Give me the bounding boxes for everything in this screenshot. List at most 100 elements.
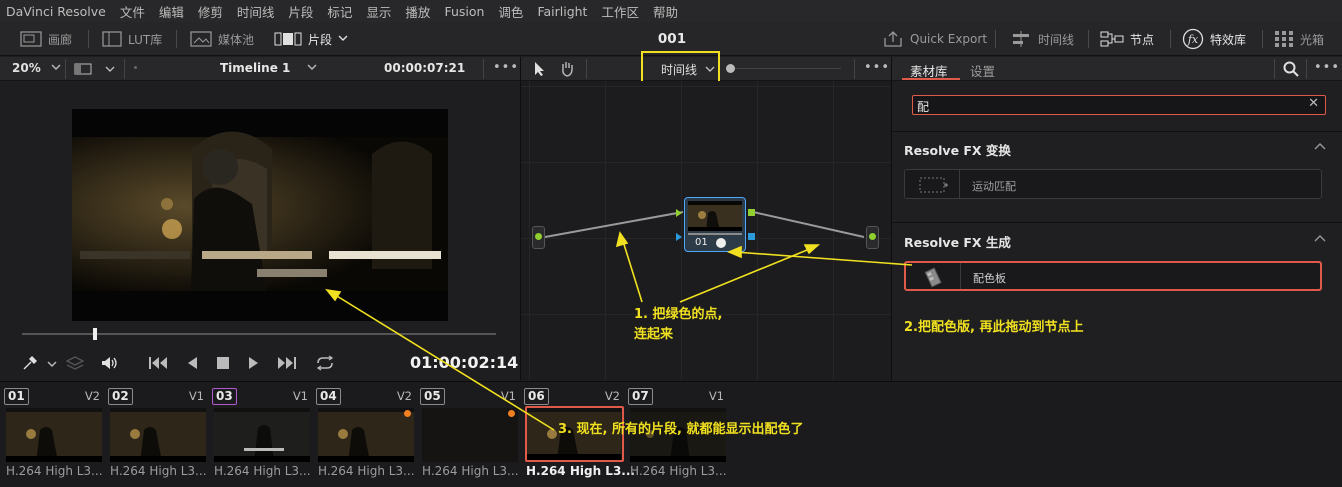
fx-color-palette[interactable]: 配色板: [904, 261, 1322, 291]
volume-icon[interactable]: [100, 355, 118, 371]
divider: [959, 170, 960, 198]
clip-number: 02: [108, 388, 133, 405]
clip-thumbnail[interactable]: 02 V1 H.264 High L3...: [108, 386, 208, 486]
skip-back-icon[interactable]: [148, 356, 168, 370]
media-pool-label: 媒体池: [218, 32, 255, 47]
scrubber-handle[interactable]: [93, 328, 98, 340]
hand-icon[interactable]: [559, 60, 575, 77]
chevron-up-icon[interactable]: [1314, 142, 1326, 150]
clip-thumbnail[interactable]: 04 V2 H.264 High L3...: [316, 386, 416, 486]
search-field[interactable]: 配 ✕: [912, 95, 1326, 115]
zoom-slider-track[interactable]: [731, 68, 841, 69]
menu-edit[interactable]: 编辑: [159, 2, 184, 21]
connection-line-in: [544, 211, 684, 238]
output-node[interactable]: [866, 226, 879, 249]
play-reverse-icon[interactable]: [186, 356, 198, 370]
source-input-node[interactable]: [532, 226, 545, 249]
menu-fairlight[interactable]: Fairlight: [537, 4, 587, 19]
connection-line-out: [752, 211, 865, 238]
node-mode-dropdown[interactable]: 时间线: [661, 61, 715, 78]
eyedropper-icon[interactable]: [22, 355, 38, 371]
more-options-icon[interactable]: •••: [1314, 60, 1340, 75]
toolbar-divider: [995, 30, 996, 48]
nodes-button[interactable]: 节点: [1100, 22, 1154, 56]
menu-help[interactable]: 帮助: [653, 2, 678, 21]
chevron-down-icon[interactable]: [47, 361, 57, 369]
menu-app[interactable]: DaVinci Resolve: [6, 4, 106, 19]
tab-settings[interactable]: 设置: [970, 61, 995, 80]
loop-icon[interactable]: [314, 355, 336, 371]
node-output-key[interactable]: [748, 233, 755, 240]
clips-button[interactable]: 片段: [274, 22, 348, 56]
menu-workspace[interactable]: 工作区: [601, 2, 639, 21]
node-input-rgb[interactable]: [676, 209, 682, 217]
clip-number: 07: [628, 388, 653, 405]
play-icon[interactable]: [248, 356, 260, 370]
gallery-button[interactable]: 画廊: [20, 22, 72, 56]
clip-number: 04: [316, 388, 341, 405]
input-connector-dot[interactable]: [535, 233, 542, 240]
chevron-up-icon[interactable]: [1314, 234, 1326, 242]
node-input-key[interactable]: [676, 233, 682, 241]
annotation-step1-line1: 1. 把绿色的点,: [634, 307, 723, 322]
video-frame: [72, 109, 448, 321]
clear-search-icon[interactable]: ✕: [1308, 96, 1319, 111]
menu-timeline[interactable]: 时间线: [237, 2, 275, 21]
more-options-icon[interactable]: •••: [493, 60, 519, 75]
timeline-name: Timeline 1: [220, 61, 291, 75]
menu-clip[interactable]: 片段: [288, 2, 313, 21]
menu-file[interactable]: 文件: [120, 2, 145, 21]
timeline-button[interactable]: 时间线: [1010, 22, 1074, 56]
timeline-label: 时间线: [1038, 32, 1075, 47]
clip-preview: [422, 408, 518, 462]
nodes-label: 节点: [1130, 32, 1155, 47]
fx-icon: fx: [1182, 28, 1204, 50]
quick-export-button[interactable]: Quick Export: [882, 22, 987, 56]
divider: [892, 131, 1342, 132]
more-options-icon[interactable]: •••: [864, 60, 890, 75]
fx-motion-match[interactable]: 运动匹配: [904, 169, 1322, 199]
menu-view[interactable]: 显示: [366, 2, 391, 21]
corrector-node-01[interactable]: 01: [684, 197, 746, 252]
pointer-icon[interactable]: [533, 61, 545, 77]
output-connector-dot[interactable]: [869, 233, 876, 240]
zoom-dropdown[interactable]: 20%: [12, 61, 61, 75]
chevron-down-icon[interactable]: [105, 66, 115, 74]
menu-mark[interactable]: 标记: [327, 2, 352, 21]
annotation-step1-line2: 连起来: [634, 327, 674, 342]
search-icon[interactable]: [1283, 61, 1299, 77]
menu-playback[interactable]: 播放: [405, 2, 430, 21]
zoom-slider-handle[interactable]: [726, 64, 735, 73]
export-icon: [884, 31, 902, 47]
divider: [124, 59, 125, 79]
timeline-selector[interactable]: Timeline 1: [220, 61, 317, 75]
menu-color[interactable]: 调色: [498, 2, 523, 21]
media-pool-button[interactable]: 媒体池: [190, 22, 254, 56]
lut-button[interactable]: LUT库: [102, 22, 162, 56]
clip-thumbnail[interactable]: 05 V1 H.264 High L3...: [420, 386, 520, 486]
quick-export-label: Quick Export: [910, 32, 988, 46]
menu-trim[interactable]: 修剪: [198, 2, 223, 21]
clip-thumbnail[interactable]: 03 V1 H.264 High L3...: [212, 386, 312, 486]
clips-label: 片段: [308, 32, 333, 47]
menu-fusion[interactable]: Fusion: [444, 4, 484, 19]
effects-library-panel: 配 ✕ Resolve FX 变换 运动匹配 Resolve FX 生成 配色板…: [892, 81, 1342, 380]
section-generate-title: Resolve FX 生成: [904, 235, 1011, 250]
clip-track: V1: [292, 389, 308, 403]
node-output-rgb[interactable]: [748, 209, 755, 216]
svg-text:fx: fx: [1187, 33, 1199, 46]
clip-flag-dot: [508, 410, 515, 417]
skip-forward-icon[interactable]: [277, 356, 297, 370]
effects-button[interactable]: fx 特效库: [1182, 22, 1246, 56]
viewer-mode-icon[interactable]: [74, 63, 92, 75]
node-bar: [688, 233, 742, 235]
clip-caption: H.264 High L3...: [526, 464, 635, 478]
clip-number: 06: [524, 388, 549, 405]
chevron-down-icon: [705, 66, 715, 72]
clip-preview: [214, 408, 310, 462]
layers-icon[interactable]: [66, 355, 84, 371]
stop-icon[interactable]: [216, 357, 230, 369]
lightbox-button[interactable]: 光箱: [1274, 22, 1324, 56]
clip-thumbnail[interactable]: 01 V2 H.264 High L3...: [4, 386, 104, 486]
divider: [892, 222, 1342, 223]
